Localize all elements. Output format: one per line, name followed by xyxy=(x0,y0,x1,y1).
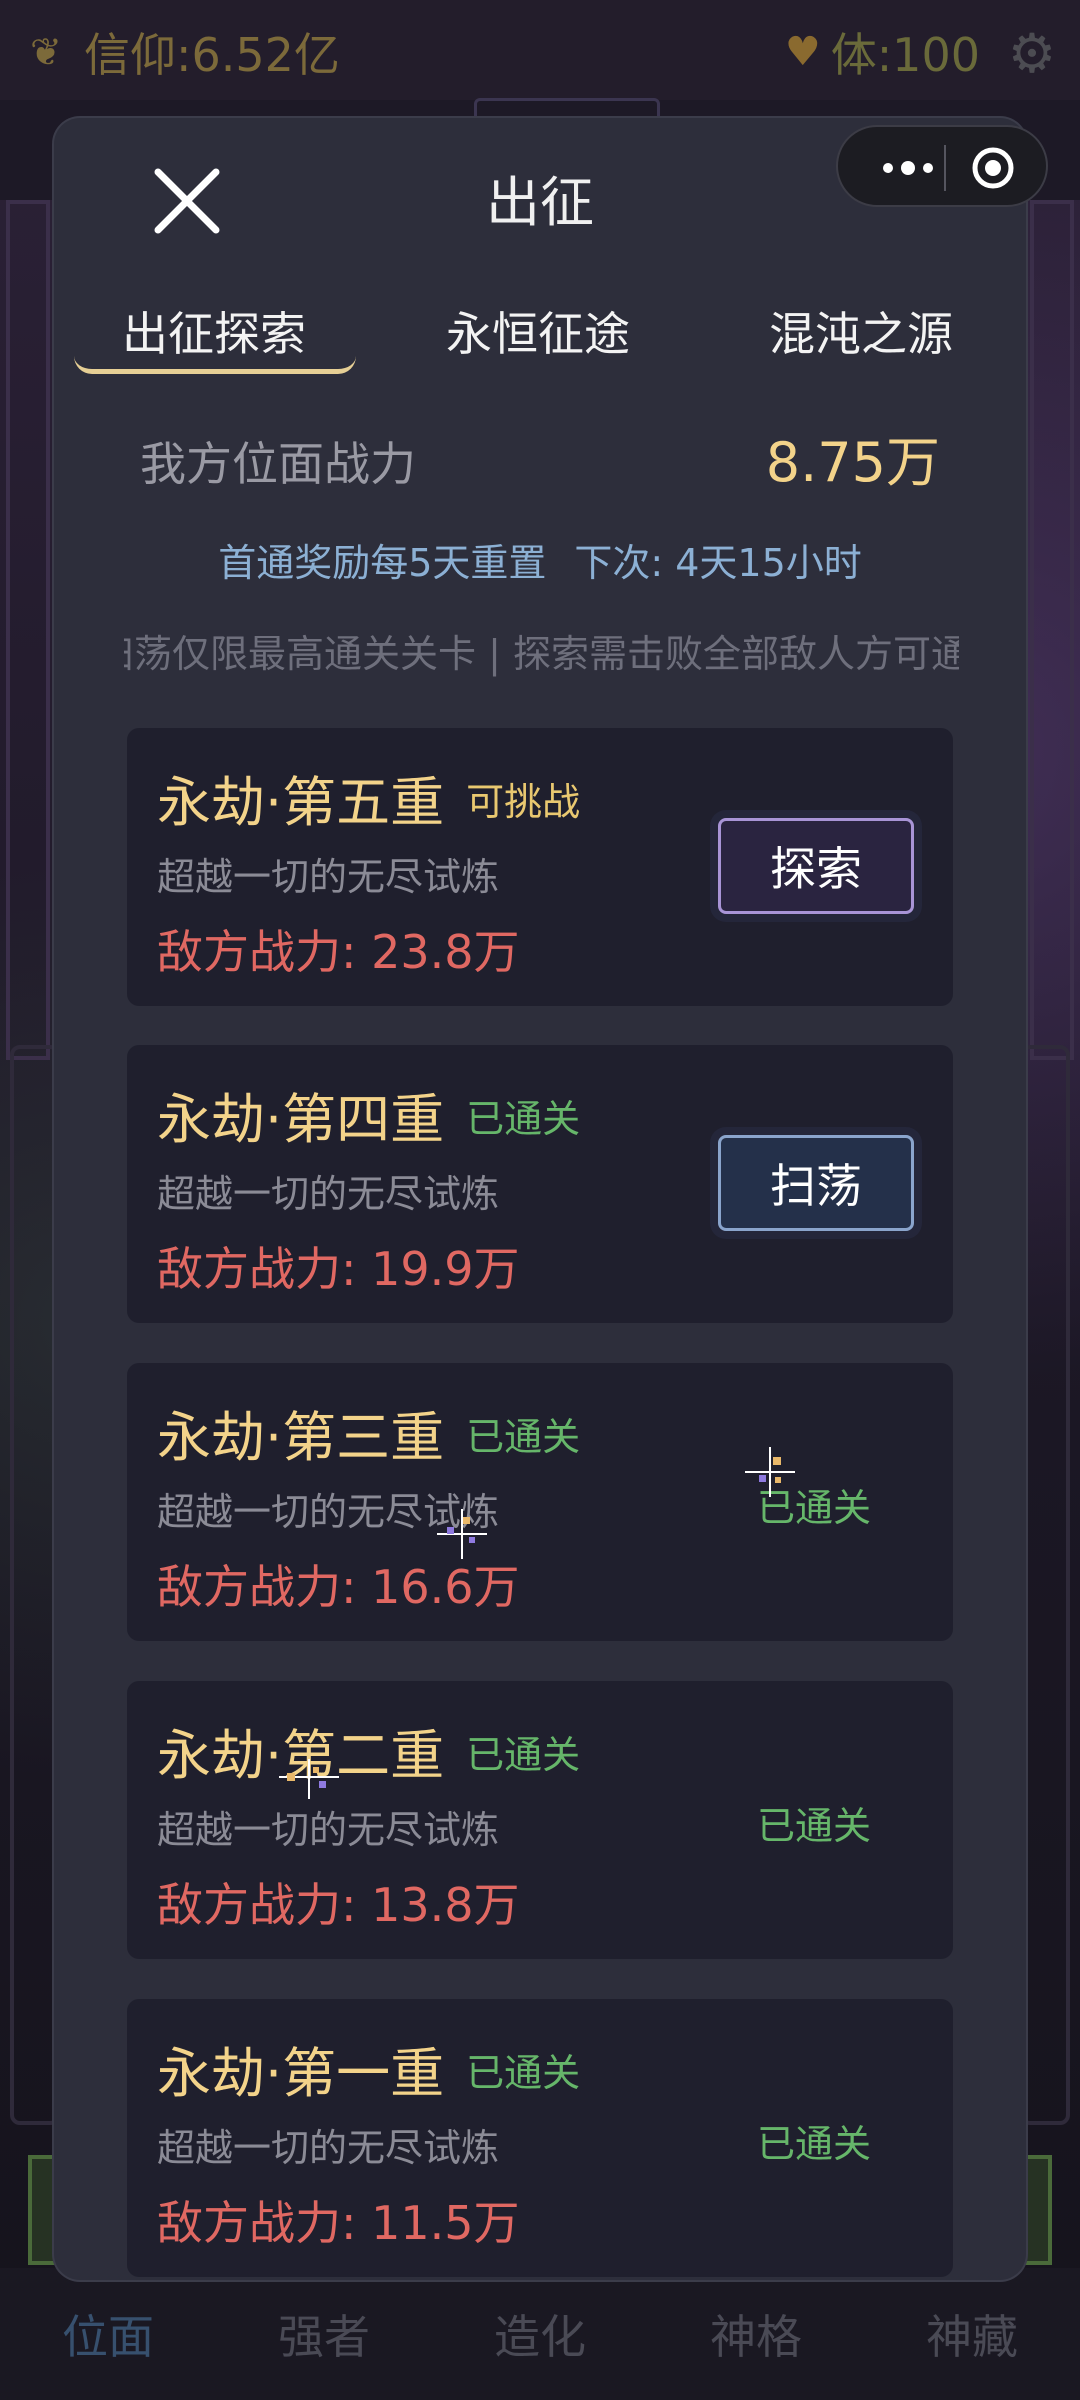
sparkle-icon xyxy=(437,1509,487,1559)
expedition-modal: 出征 出征探索 永恒征途 混沌之源 我方位面战力 8.75万 首通奖励每5天重置… xyxy=(54,118,1026,2280)
miniprogram-capsule xyxy=(836,125,1048,207)
cleared-label: 已通关 xyxy=(757,2122,872,2166)
sparkle-icon xyxy=(279,1759,339,1799)
stage-title: 永劫·第四重 已通关 xyxy=(157,1075,580,1154)
tab-eternal-journey[interactable]: 永恒征途 xyxy=(446,298,630,364)
faith-counter: ❦ 信仰:6.52亿 xyxy=(30,22,340,82)
tab-expedition-explore[interactable]: 出征探索 xyxy=(122,298,306,364)
exit-target-icon[interactable] xyxy=(970,145,1016,191)
stage-status: 已通关 xyxy=(466,2051,581,2095)
stage-status: 可挑战 xyxy=(466,780,581,824)
stage-status: 已通关 xyxy=(466,1733,581,1777)
stage-status: 已通关 xyxy=(466,1097,581,1141)
tab-chaos-source[interactable]: 混沌之源 xyxy=(769,298,953,364)
heart-icon: ♥ xyxy=(784,29,821,75)
game-frame-left xyxy=(6,200,50,1060)
nav-item-creation[interactable]: 造化 xyxy=(494,2301,586,2367)
stage-title: 永劫·第一重 已通关 xyxy=(157,2029,580,2108)
stage-card: 永劫·第二重 已通关 超越一切的无尽试炼 敌方战力: 13.8万 已通关 xyxy=(127,1681,953,1959)
faith-value: 信仰:6.52亿 xyxy=(84,28,340,82)
stage-card: 永劫·第五重 可挑战 超越一切的无尽试炼 敌方战力: 23.8万 探索 xyxy=(127,728,953,1006)
stage-title: 永劫·第二重 已通关 xyxy=(157,1711,580,1790)
stage-title: 永劫·第五重 可挑战 xyxy=(157,758,580,837)
nav-item-strong[interactable]: 强者 xyxy=(278,2301,370,2367)
game-panel-left xyxy=(10,1045,60,2125)
capsule-divider xyxy=(944,145,946,191)
enemy-power: 敌方战力: 19.9万 xyxy=(157,1242,520,1296)
faith-icon: ❦ xyxy=(30,30,62,74)
enemy-power: 敌方战力: 11.5万 xyxy=(157,2196,520,2250)
tip-marquee: 扫荡仅限最高通关关卡 | 探索需击败全部敌人方可通关 xyxy=(124,623,959,683)
stage-title: 永劫·第三重 已通关 xyxy=(157,1393,580,1472)
enemy-power: 敌方战力: 23.8万 xyxy=(157,925,520,979)
more-icon[interactable] xyxy=(868,153,948,183)
stage-status: 已通关 xyxy=(466,1415,581,1459)
stage-description: 超越一切的无尽试炼 xyxy=(157,1172,500,1216)
active-tab-indicator xyxy=(74,356,356,374)
our-power-value: 8.75万 xyxy=(765,431,940,494)
stage-title-text: 永劫·第五重 xyxy=(157,771,445,834)
nav-item-godhood[interactable]: 神格 xyxy=(710,2301,802,2367)
sweep-button[interactable]: 扫荡 xyxy=(718,1135,914,1231)
gear-icon[interactable]: ⚙ xyxy=(1004,26,1060,82)
stage-card: 永劫·第一重 已通关 超越一切的无尽试炼 敌方战力: 11.5万 已通关 xyxy=(127,1999,953,2277)
sparkle-icon xyxy=(745,1447,795,1497)
stage-title-text: 永劫·第三重 xyxy=(157,1406,445,1469)
tip-text: 扫荡仅限最高通关关卡 | 探索需击败全部敌人方可通关 xyxy=(124,632,959,676)
stage-card: 永劫·第四重 已通关 超越一切的无尽试炼 敌方战力: 19.9万 扫荡 xyxy=(127,1045,953,1323)
enemy-power: 敌方战力: 16.6万 xyxy=(157,1560,520,1614)
stamina-counter: ♥ 体:100 xyxy=(785,22,980,82)
stamina-value: 体:100 xyxy=(830,28,980,82)
reset-text: 首通奖励每5天重置 xyxy=(218,541,547,585)
tab-bar: 出征探索 永恒征途 混沌之源 xyxy=(54,298,1026,398)
bottom-nav: 位面 强者 造化 神格 神藏 xyxy=(0,2268,1080,2400)
our-power-label: 我方位面战力 xyxy=(140,437,416,491)
cleared-label: 已通关 xyxy=(757,1804,872,1848)
nav-item-treasure[interactable]: 神藏 xyxy=(926,2301,1018,2367)
next-reset-text: 下次: 4天15小时 xyxy=(574,541,862,585)
explore-button[interactable]: 探索 xyxy=(718,818,914,914)
stage-description: 超越一切的无尽试炼 xyxy=(157,855,500,899)
stage-card: 永劫·第三重 已通关 超越一切的无尽试炼 敌方战力: 16.6万 已通关 xyxy=(127,1363,953,1641)
nav-item-plane[interactable]: 位面 xyxy=(62,2301,154,2367)
stage-description: 超越一切的无尽试炼 xyxy=(157,2126,500,2170)
game-frame-right xyxy=(1030,200,1074,1060)
stage-title-text: 永劫·第四重 xyxy=(157,1088,445,1151)
enemy-power: 敌方战力: 13.8万 xyxy=(157,1878,520,1932)
reset-info: 首通奖励每5天重置 下次: 4天15小时 xyxy=(54,532,1026,587)
game-panel-right xyxy=(1020,1045,1070,2125)
stage-title-text: 永劫·第一重 xyxy=(157,2042,445,2105)
